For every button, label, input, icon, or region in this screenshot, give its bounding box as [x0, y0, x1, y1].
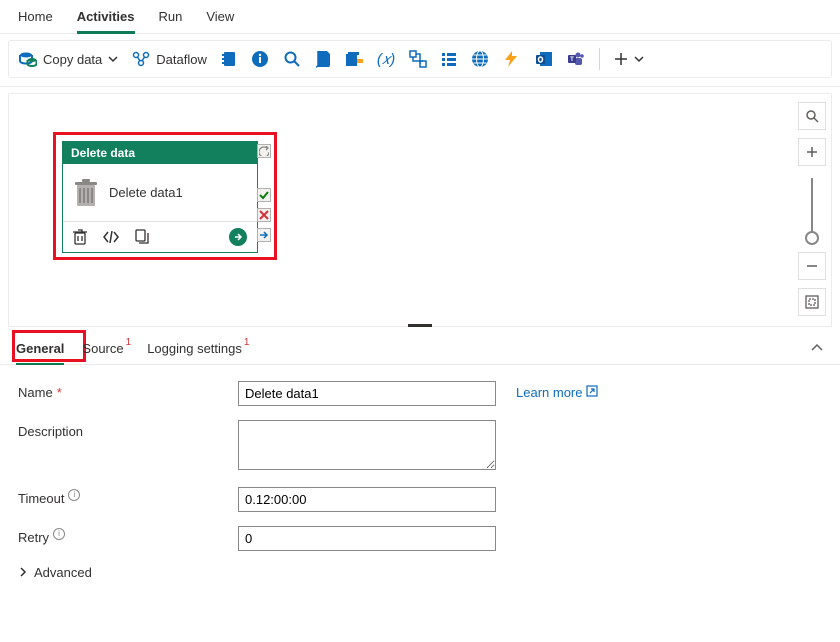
stored-proc-icon[interactable] — [345, 51, 363, 67]
copy-data-label: Copy data — [43, 52, 102, 67]
description-label: Description — [18, 424, 83, 439]
activity-name: Delete data1 — [109, 185, 183, 200]
azure-function-icon[interactable] — [503, 50, 521, 68]
teams-icon[interactable]: T — [567, 50, 585, 68]
advanced-label: Advanced — [34, 565, 92, 580]
tab-activities[interactable]: Activities — [77, 0, 135, 34]
tab-run[interactable]: Run — [159, 0, 183, 34]
port-fail-icon[interactable] — [257, 208, 271, 222]
general-form: Name * Learn more Description Timeout i — [0, 365, 840, 596]
list-icon[interactable] — [441, 51, 457, 67]
copy-icon[interactable] — [135, 229, 149, 245]
copy-data-icon — [19, 51, 37, 67]
name-label: Name — [18, 385, 53, 400]
retry-input[interactable] — [238, 526, 496, 551]
retry-label: Retry — [18, 530, 49, 545]
top-tabs: Home Activities Run View — [0, 0, 840, 34]
collapse-panel-icon[interactable] — [810, 341, 824, 358]
zoom-slider[interactable] — [811, 178, 813, 238]
web-icon[interactable] — [471, 50, 489, 68]
name-input[interactable] — [238, 381, 496, 406]
tab-view[interactable]: View — [206, 0, 234, 34]
chevron-down-icon — [108, 54, 118, 64]
dataflow-button[interactable]: Dataflow — [132, 51, 207, 67]
activity-node[interactable]: Delete data Delete data1 — [62, 141, 258, 253]
copy-data-button[interactable]: Copy data — [19, 51, 118, 67]
run-activity-icon[interactable] — [229, 228, 247, 246]
advanced-toggle[interactable]: Advanced — [18, 565, 822, 580]
zoom-out-icon[interactable] — [798, 252, 826, 280]
tab-general[interactable]: General — [16, 335, 64, 365]
tab-source[interactable]: Source 1 — [82, 335, 129, 365]
detail-tabs: General Source 1 Logging settings 1 — [0, 327, 840, 365]
pipeline-icon[interactable] — [409, 50, 427, 68]
notebook-icon[interactable] — [221, 51, 237, 67]
variable-icon[interactable]: (𝑥) — [377, 51, 395, 68]
tab-logging-label: Logging settings — [147, 341, 242, 356]
port-skip-icon[interactable] — [257, 144, 271, 158]
chevron-down-icon — [634, 54, 644, 64]
toolbar-separator — [599, 48, 600, 70]
learn-more-link[interactable]: Learn more — [516, 381, 598, 400]
info-icon[interactable] — [251, 50, 269, 68]
activity-header: Delete data — [63, 142, 257, 164]
canvas[interactable]: Delete data Delete data1 — [8, 93, 832, 327]
canvas-search-icon[interactable] — [798, 102, 826, 130]
required-indicator: * — [57, 385, 62, 400]
tab-source-label: Source — [82, 341, 123, 356]
outlook-icon[interactable] — [535, 51, 553, 67]
tab-logging-badge: 1 — [244, 337, 250, 348]
port-success-icon[interactable] — [257, 188, 271, 202]
chevron-right-icon — [18, 565, 28, 580]
tab-logging[interactable]: Logging settings 1 — [147, 335, 247, 365]
tab-source-badge: 1 — [126, 337, 132, 348]
delete-icon[interactable] — [73, 229, 87, 245]
external-link-icon — [586, 385, 598, 400]
timeout-info-icon[interactable]: i — [68, 489, 80, 501]
zoom-slider-thumb[interactable] — [805, 231, 819, 245]
timeout-input[interactable] — [238, 487, 496, 512]
activity-selection-highlight: Delete data Delete data1 — [53, 132, 277, 260]
script-icon[interactable] — [315, 50, 331, 68]
zoom-in-icon[interactable] — [798, 138, 826, 166]
code-icon[interactable] — [103, 231, 119, 243]
learn-more-label: Learn more — [516, 385, 582, 400]
tab-home[interactable]: Home — [18, 0, 53, 34]
trash-icon — [73, 178, 99, 208]
canvas-controls — [798, 102, 826, 324]
svg-text:T: T — [570, 57, 574, 63]
port-completion-icon[interactable] — [257, 228, 271, 242]
search-icon[interactable] — [283, 50, 301, 68]
plus-icon — [614, 52, 628, 66]
fit-screen-icon[interactable] — [798, 288, 826, 316]
timeout-label: Timeout — [18, 491, 64, 506]
retry-info-icon[interactable]: i — [53, 528, 65, 540]
node-output-ports — [257, 141, 271, 242]
toolbar: Copy data Dataflow (𝑥) — [8, 40, 832, 78]
description-input[interactable] — [238, 420, 496, 470]
dataflow-icon — [132, 51, 150, 67]
dataflow-label: Dataflow — [156, 52, 207, 67]
add-button[interactable] — [614, 52, 644, 66]
